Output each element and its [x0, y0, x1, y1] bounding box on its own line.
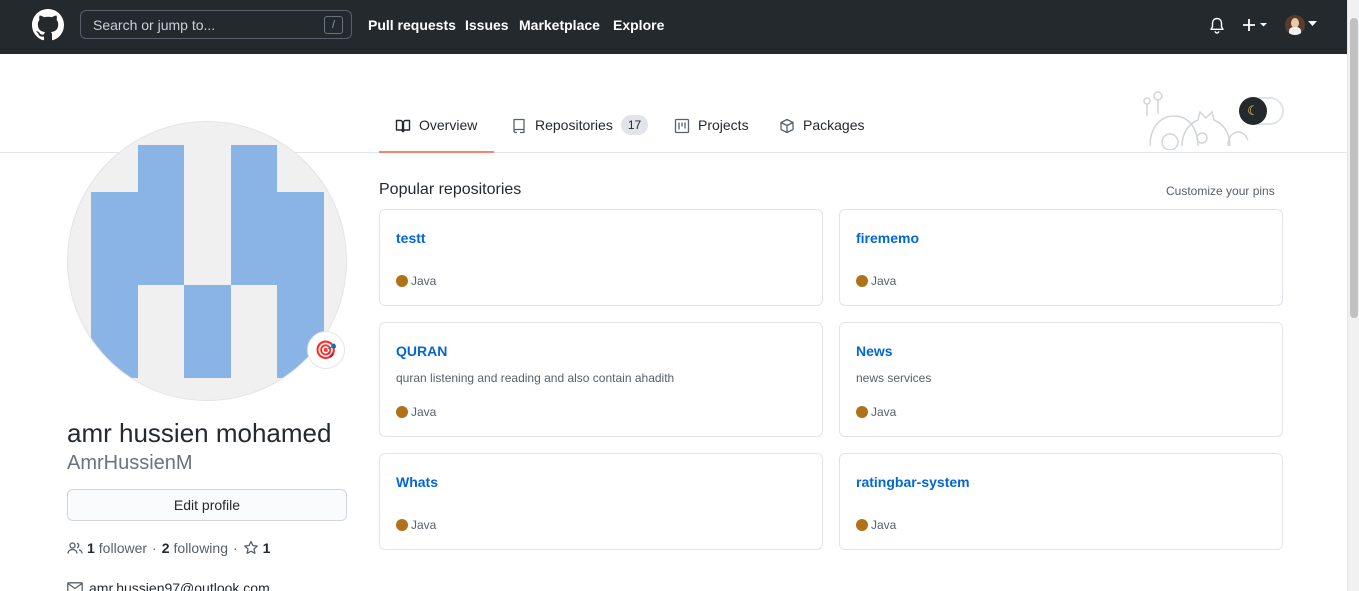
edit-profile-button[interactable]: Edit profile	[67, 489, 347, 521]
octocat-illustration	[1143, 91, 1249, 150]
caret-down-icon[interactable]	[1308, 21, 1317, 27]
profile-full-name: amr hussien mohamed	[67, 418, 332, 448]
profile-username: AmrHussienM	[67, 452, 193, 474]
repo-name-link[interactable]: ratingbar-system	[856, 474, 970, 490]
status-emoji-button[interactable]: 🎯	[307, 331, 345, 369]
language-color-dot	[396, 275, 408, 287]
language-label: Java	[871, 274, 897, 288]
tab-overview-label: Overview	[419, 117, 478, 133]
global-header: Search or jump to... / Pull requests Iss…	[0, 0, 1347, 54]
repo-card: testt Java	[379, 209, 823, 306]
tab-repositories[interactable]: Repositories 17	[511, 115, 649, 153]
language-label: Java	[411, 405, 437, 419]
language-label: Java	[411, 274, 437, 288]
user-avatar[interactable]	[1285, 15, 1305, 35]
scrollbar-thumb[interactable]	[1350, 18, 1358, 318]
nav-marketplace[interactable]: Marketplace	[519, 17, 600, 33]
repo-description: quran listening and reading and also con…	[396, 371, 675, 385]
nav-pull-requests[interactable]: Pull requests	[368, 17, 456, 33]
tab-packages-label: Packages	[803, 117, 865, 133]
repo-card: firememo Java	[839, 209, 1283, 306]
book-icon	[395, 119, 411, 133]
tab-repositories-label: Repositories	[535, 117, 613, 133]
language-label: Java	[871, 405, 897, 419]
follow-stats: 1 follower · 2 following · 1	[67, 540, 274, 556]
language-color-dot	[856, 519, 868, 531]
separator-dot: ·	[152, 540, 157, 556]
followers-label: follower	[98, 540, 148, 556]
repo-description: news services	[856, 371, 932, 385]
search-input[interactable]: Search or jump to... /	[80, 10, 352, 39]
followers-link[interactable]: 1 follower	[87, 540, 147, 556]
repo-icon	[513, 118, 525, 134]
followers-count: 1	[87, 540, 95, 556]
moon-icon[interactable]: ☾	[1239, 97, 1267, 125]
email-link[interactable]: amr.hussien97@outlook.com	[89, 580, 270, 591]
search-shortcut-key: /	[324, 16, 343, 34]
language-color-dot	[396, 519, 408, 531]
stars-count: 1	[262, 540, 271, 556]
repo-name-link[interactable]: News	[856, 343, 893, 359]
following-label: following	[173, 540, 228, 556]
star-icon	[243, 540, 258, 554]
project-icon	[674, 118, 690, 134]
repo-name-link[interactable]: QURAN	[396, 343, 447, 359]
repo-card: Whats Java	[379, 453, 823, 550]
repo-language: Java	[396, 518, 436, 532]
language-color-dot	[396, 406, 408, 418]
bell-icon[interactable]	[1209, 17, 1225, 35]
github-logo-icon[interactable]	[32, 9, 64, 41]
email-row: amr.hussien97@outlook.com	[67, 580, 270, 591]
repositories-count-badge: 17	[620, 115, 649, 135]
repo-card: ratingbar-system Java	[839, 453, 1283, 550]
tab-overview[interactable]: Overview	[379, 117, 494, 153]
tab-projects[interactable]: Projects	[674, 117, 749, 153]
separator-dot: ·	[233, 540, 238, 556]
repo-language: Java	[396, 405, 436, 419]
language-color-dot	[856, 406, 868, 418]
profile-avatar[interactable]	[67, 121, 347, 401]
plus-icon[interactable]	[1242, 17, 1270, 33]
stars-link[interactable]: 1	[243, 540, 275, 556]
page-scrollbar[interactable]	[1347, 0, 1359, 591]
repo-card: News news services Java	[839, 322, 1283, 437]
repo-name-link[interactable]: Whats	[396, 474, 438, 490]
language-label: Java	[871, 518, 897, 532]
search-placeholder: Search or jump to...	[93, 17, 216, 33]
language-label: Java	[411, 518, 437, 532]
repo-card: QURAN quran listening and reading and al…	[379, 322, 823, 437]
tab-projects-label: Projects	[698, 117, 749, 133]
following-link[interactable]: 2 following	[162, 540, 228, 556]
repo-language: Java	[856, 518, 896, 532]
mail-icon	[67, 582, 83, 591]
package-icon	[780, 118, 794, 134]
nav-explore[interactable]: Explore	[613, 17, 664, 33]
people-icon	[67, 542, 83, 554]
repo-name-link[interactable]: firememo	[856, 230, 919, 246]
nav-issues[interactable]: Issues	[465, 17, 509, 33]
tab-packages[interactable]: Packages	[779, 117, 864, 153]
language-color-dot	[856, 275, 868, 287]
repo-name-link[interactable]: testt	[396, 230, 426, 246]
following-count: 2	[161, 540, 170, 556]
repo-language: Java	[396, 274, 436, 288]
customize-pins-link[interactable]: Customize your pins	[1166, 184, 1275, 198]
repo-language: Java	[856, 405, 896, 419]
popular-repositories-heading: Popular repositories	[379, 181, 522, 198]
repo-language: Java	[856, 274, 896, 288]
